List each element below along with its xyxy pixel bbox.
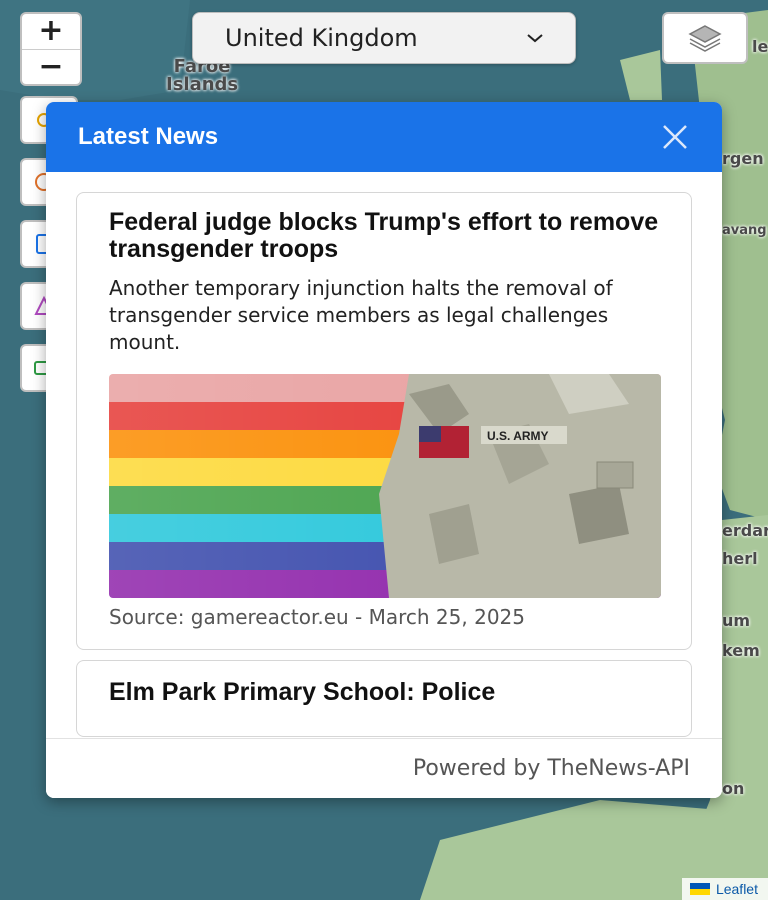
patch-text: U.S. ARMY [487, 429, 549, 443]
modal-title: Latest News [78, 123, 219, 150]
news-description: Another temporary injunction halts the r… [109, 276, 613, 354]
map-label-edge: erdar [722, 521, 768, 540]
news-card[interactable]: Federal judge blocks Trump's effort to r… [76, 192, 692, 650]
chevron-down-icon [527, 34, 543, 43]
zoom-control: + − [20, 12, 82, 86]
news-source: Source: gamereactor.eu - March 25, 2025 [109, 605, 525, 629]
modal-footer: Powered by TheNews-API [46, 738, 722, 798]
layers-icon [688, 25, 722, 52]
map-attribution[interactable]: Leaflet [681, 878, 768, 900]
news-image[interactable]: U.S. ARMY [109, 374, 661, 598]
modal-header: Latest News [46, 102, 722, 172]
close-icon [663, 125, 687, 149]
country-select[interactable]: United Kingdom [192, 12, 576, 64]
news-title[interactable]: Federal judge blocks Trump's effort to r… [109, 209, 659, 263]
map-label-edge: kem [722, 641, 760, 660]
country-select-value: United Kingdom [225, 24, 418, 52]
news-card[interactable]: Elm Park Primary School: Police [76, 660, 692, 737]
zoom-out-button[interactable]: − [22, 48, 80, 85]
map-label-edge: um [722, 611, 751, 630]
map-label-edge: rgen [722, 149, 764, 168]
layers-button[interactable] [662, 12, 748, 64]
news-modal: Latest News Federal judge blocks Trump's… [46, 102, 722, 798]
ukraine-flag-icon [689, 883, 710, 895]
map-label-edge: herl [722, 549, 758, 568]
news-list[interactable]: Federal judge blocks Trump's effort to r… [46, 172, 722, 738]
map-label-edge: on [722, 779, 745, 798]
map-label-edge: avang [722, 223, 767, 238]
map-label-edge: les [752, 37, 768, 56]
zoom-in-button[interactable]: + [22, 14, 80, 49]
close-button[interactable] [658, 120, 692, 154]
news-title[interactable]: Elm Park Primary School: Police [109, 679, 659, 706]
powered-by-text: Powered by TheNews-API [412, 756, 690, 781]
leaflet-link[interactable]: Leaflet [716, 881, 758, 897]
